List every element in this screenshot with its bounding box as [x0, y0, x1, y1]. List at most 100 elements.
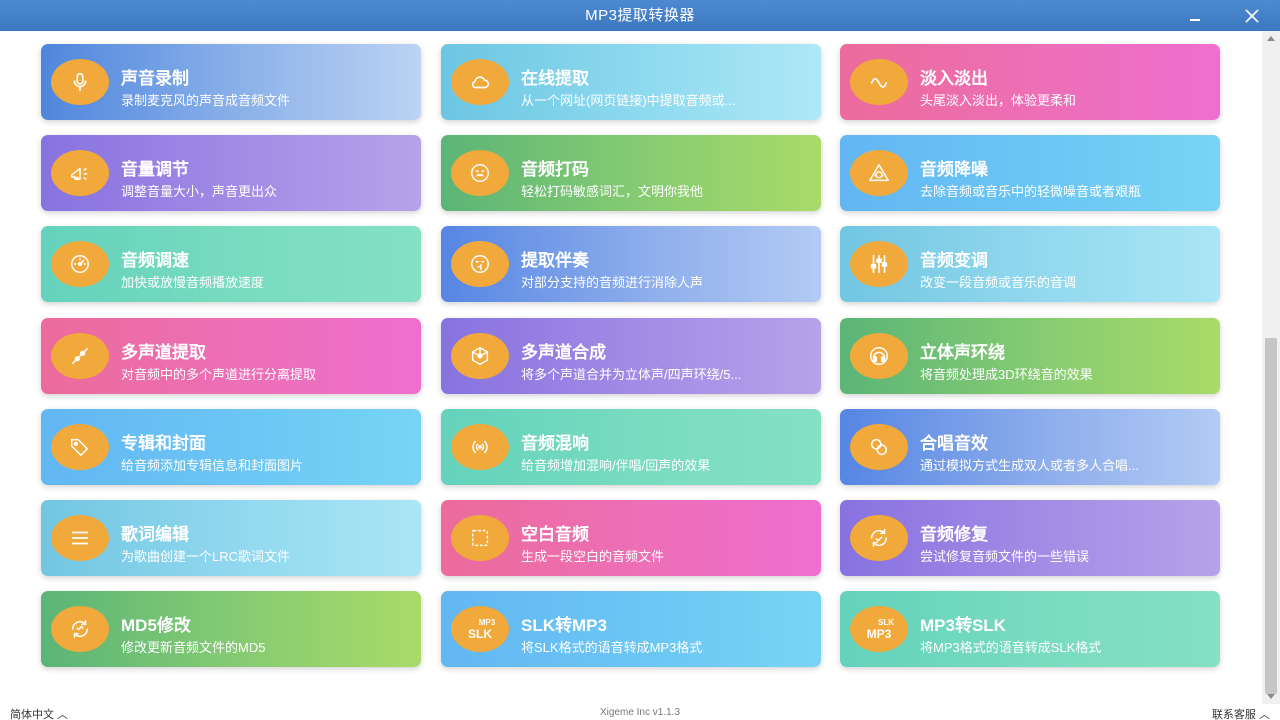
feature-card-title: 空白音频: [521, 525, 589, 544]
speedometer-icon: [51, 241, 109, 287]
feature-card-description: 将SLK格式的语音转成MP3格式: [521, 640, 703, 655]
feature-card-description: 通过模拟方式生成双人或者多人合唱...: [920, 458, 1139, 473]
feature-card[interactable]: 音量调节调整音量大小，声音更出众: [41, 135, 421, 211]
icon-big-text: SLK: [467, 626, 492, 641]
reverb-icon: [451, 424, 509, 470]
feature-card-title: 提取伴奏: [521, 251, 589, 270]
feature-card[interactable]: 空白音频生成一段空白的音频文件: [441, 500, 821, 576]
feature-card[interactable]: 音频打码轻松打码敏感词汇，文明你我他: [441, 135, 821, 211]
feature-card-description: 将音频处理成3D环绕音的效果: [920, 367, 1093, 382]
sliders-icon: [850, 241, 908, 287]
feature-card-description: 去除音频或音乐中的轻微噪音或者艰瓶: [920, 184, 1142, 199]
status-bar: 简体中文 ︿ Xigeme Inc v1.1.3 联系客服 ︿: [0, 704, 1280, 720]
feature-card-description: 给音频增加混响/伴唱/回声的效果: [521, 458, 711, 473]
slk-to-mp3-icon: MP3 SLK: [451, 606, 509, 652]
feature-card[interactable]: 音频变调改变一段音频或音乐的音调: [840, 226, 1220, 302]
feature-card[interactable]: SLK MP3 MP3转SLK 将MP3格式的语音转成SLK格式: [840, 591, 1220, 667]
feature-card-title: 歌词编辑: [121, 525, 189, 544]
headphones-icon: [850, 333, 908, 379]
window-title: MP3提取转换器: [585, 7, 695, 24]
icon-small-text: MP3: [478, 617, 496, 627]
split-icon: [51, 333, 109, 379]
feature-card[interactable]: 歌词编辑为歌曲创建一个LRC歌词文件: [41, 500, 421, 576]
feature-card[interactable]: 声音录制录制麦克风的声音成音频文件: [41, 44, 421, 120]
feature-card-description: 对部分支持的音频进行消除人声: [521, 275, 704, 290]
feature-card[interactable]: 音频修复尝试修复音频文件的一些错误: [840, 500, 1220, 576]
title-bar: MP3提取转换器: [0, 0, 1280, 31]
feature-card-title: 多声道合成: [521, 343, 606, 362]
feature-card[interactable]: 音频混响给音频增加混响/伴唱/回声的效果: [441, 409, 821, 485]
microphone-icon: [51, 59, 109, 105]
feature-card-description: 为歌曲创建一个LRC歌词文件: [121, 549, 291, 564]
feature-card[interactable]: 立体声环绕将音频处理成3D环绕音的效果: [840, 318, 1220, 394]
feature-card[interactable]: 多声道提取对音频中的多个声道进行分离提取: [41, 318, 421, 394]
feature-card-title: 音频打码: [521, 160, 589, 179]
feature-card-title: 在线提取: [521, 69, 589, 88]
minimize-button[interactable]: [1175, 0, 1215, 31]
customer-service-label: 联系客服: [1211, 709, 1256, 720]
feature-card[interactable]: 淡入淡出头尾淡入淡出，体验更柔和: [840, 44, 1220, 120]
feature-card-title: 专辑和封面: [121, 434, 206, 453]
wave-icon: [850, 59, 908, 105]
feature-card-description: 给音频添加专辑信息和封面图片: [121, 458, 304, 473]
cloud-icon: [451, 59, 509, 105]
vertical-scrollbar[interactable]: [1262, 31, 1280, 704]
customer-service-link[interactable]: 联系客服 ︿: [1212, 706, 1270, 720]
close-button[interactable]: [1232, 0, 1272, 31]
minimize-icon: [1190, 18, 1200, 21]
feature-card-title: 多声道提取: [121, 343, 206, 362]
feature-card[interactable]: 合唱音效通过模拟方式生成双人或者多人合唱...: [840, 409, 1220, 485]
feature-card-description: 头尾淡入淡出，体验更柔和: [920, 93, 1077, 108]
refresh-icon: [51, 606, 109, 652]
feature-card[interactable]: MD5修改 修改更新音频文件的MD5: [41, 591, 421, 667]
close-icon: [1245, 8, 1259, 23]
lines-icon: [51, 515, 109, 561]
merge-icon: [451, 333, 509, 379]
feature-card-title: 立体声环绕: [920, 343, 1005, 362]
scroll-down-arrow-icon[interactable]: [1267, 694, 1275, 699]
feature-card-description: 对音频中的多个声道进行分离提取: [121, 367, 317, 382]
noise-reduction-icon: [850, 150, 908, 196]
feature-card[interactable]: 提取伴奏对部分支持的音频进行消除人声: [441, 226, 821, 302]
feature-card-title: 音频修复: [920, 525, 988, 544]
feature-card[interactable]: MP3 SLK SLK转MP3 将SLK格式的语音转成MP3格式: [441, 591, 821, 667]
feature-card[interactable]: 音频降噪去除音频或音乐中的轻微噪音或者艰瓶: [840, 135, 1220, 211]
mp3-to-slk-icon: SLK MP3: [850, 606, 908, 652]
feature-card-title: 淡入淡出: [920, 69, 988, 88]
feature-card-description: 将MP3格式的语音转成SLK格式: [920, 640, 1102, 655]
feature-card-title: 声音录制: [121, 69, 189, 88]
feature-card[interactable]: 音频调速加快或放慢音频播放速度: [41, 226, 421, 302]
feature-card-title: 音量调节: [121, 160, 189, 179]
scrollbar-thumb[interactable]: [1265, 338, 1277, 694]
feature-card-title: SLK转MP3: [521, 616, 607, 635]
face-icon: [451, 150, 509, 196]
feature-card-title: 音频降噪: [920, 160, 988, 179]
feature-card-description: 将多个声道合并为立体声/四声环绕/5...: [521, 367, 742, 382]
feature-card-description: 录制麦克风的声音成音频文件: [121, 93, 291, 108]
feature-card-title: 音频调速: [121, 251, 189, 270]
blank-icon: [451, 515, 509, 561]
tag-icon: [51, 424, 109, 470]
feature-card-title: MP3转SLK: [920, 616, 1006, 635]
feature-card-title: 音频混响: [521, 434, 589, 453]
feature-grid: 声音录制 录制麦克风的声音成音频文件 在线提取 从一个网址(网页链接)中提取音频或..…: [0, 31, 1262, 704]
shush-face-icon: [451, 241, 509, 287]
feature-card-title: 音频变调: [920, 251, 988, 270]
megaphone-icon: [51, 150, 109, 196]
feature-card-description: 修改更新音频文件的MD5: [121, 640, 266, 655]
scroll-up-arrow-icon[interactable]: [1267, 36, 1275, 41]
icon-big-text: MP3: [866, 626, 892, 641]
feature-card-description: 改变一段音频或音乐的音调: [920, 275, 1077, 290]
feature-card[interactable]: 在线提取 从一个网址(网页链接)中提取音频或...: [441, 44, 821, 120]
feature-card-description: 加快或放慢音频播放速度: [121, 275, 265, 290]
feature-card-description: 调整音量大小，声音更出众: [121, 184, 278, 199]
repair-icon: [850, 515, 908, 561]
feature-card-description: 轻松打码敏感词汇，文明你我他: [521, 184, 704, 199]
feature-card[interactable]: 专辑和封面给音频添加专辑信息和封面图片: [41, 409, 421, 485]
feature-card[interactable]: 多声道合成将多个声道合并为立体声/四声环绕/5...: [441, 318, 821, 394]
feature-card-description: 生成一段空白的音频文件: [521, 549, 665, 564]
feature-card-description: 尝试修复音频文件的一些错误: [920, 549, 1090, 564]
feature-card-title: 合唱音效: [920, 434, 988, 453]
version-label: Xigeme Inc v1.1.3: [599, 707, 681, 718]
icon-small-text: SLK: [878, 617, 894, 627]
